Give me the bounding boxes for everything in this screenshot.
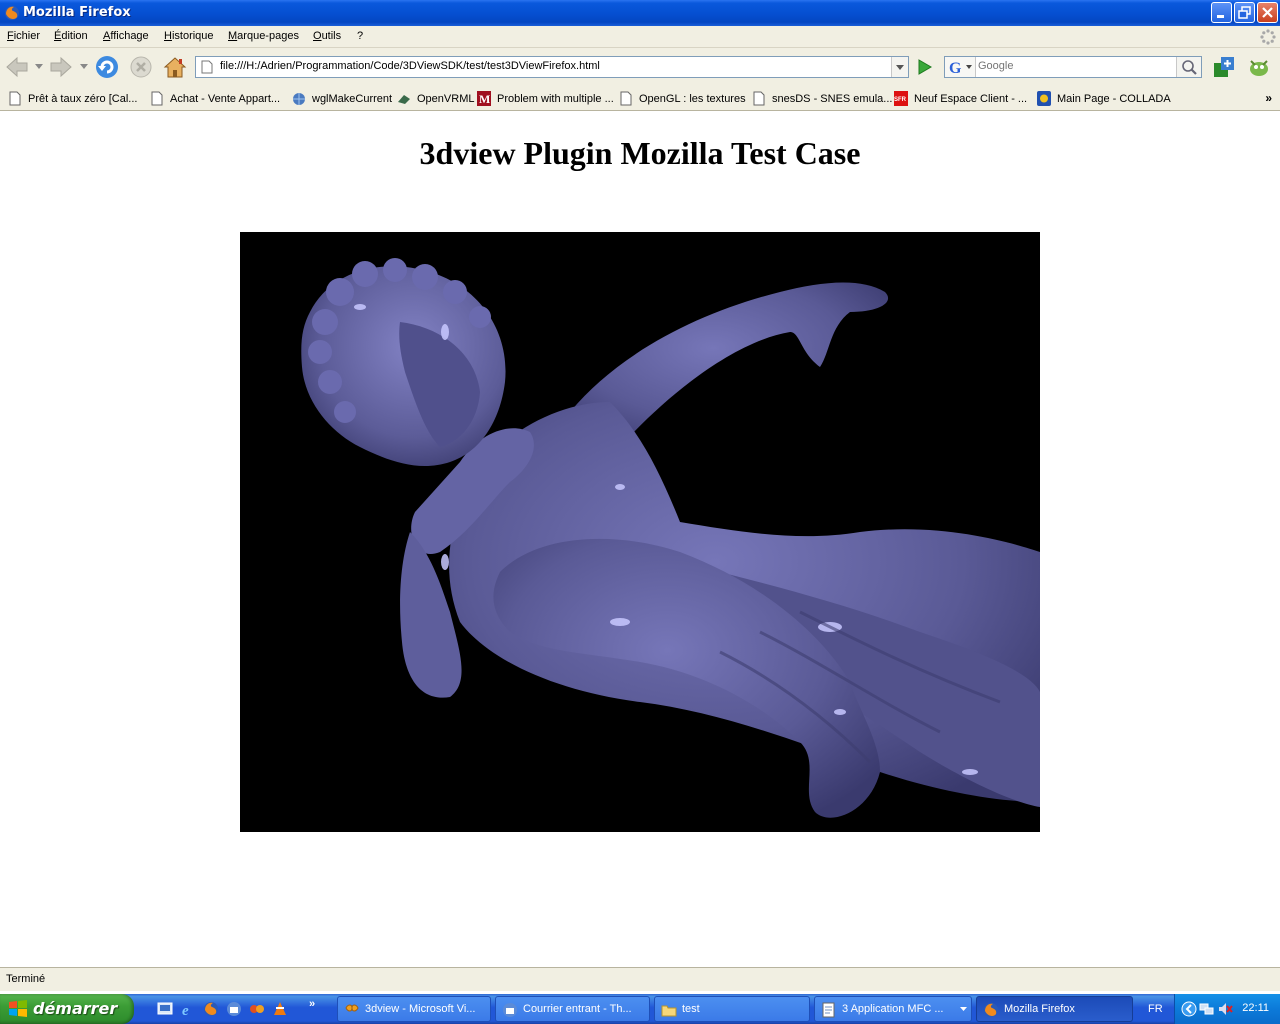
page-icon	[753, 91, 765, 106]
group-dropdown-icon	[960, 1007, 967, 1011]
language-indicator[interactable]: FR	[1148, 1003, 1163, 1015]
minimize-button[interactable]	[1211, 2, 1232, 23]
menu-bar: Fichier Édition Affichage Historique Mar…	[0, 26, 1280, 48]
quicklaunch-more-icon[interactable]: »	[309, 998, 315, 1010]
svg-text:e: e	[182, 1003, 189, 1017]
thunderbird-icon	[503, 1003, 517, 1017]
forward-button[interactable]	[48, 54, 74, 80]
page-icon	[151, 91, 163, 106]
quicklaunch-vlc-icon[interactable]	[272, 1001, 288, 1017]
back-dropdown-icon[interactable]	[35, 64, 43, 70]
back-button[interactable]	[4, 54, 30, 80]
bookmark-item[interactable]: Achat - Vente Appart...	[150, 91, 288, 107]
menu-view[interactable]: Affichage	[103, 30, 149, 42]
chevron-down-icon	[896, 65, 904, 70]
restore-icon	[1238, 6, 1251, 19]
notepad-icon	[822, 1002, 835, 1018]
bookmark-item[interactable]: OpenGL : les textures	[619, 91, 749, 107]
tray-expand-icon[interactable]	[1181, 1001, 1197, 1017]
bookmark-item[interactable]: SFR Neuf Espace Client - ...	[894, 91, 1032, 107]
windows-taskbar: démarrer e » 3dview - Microsoft Vi... Co…	[0, 994, 1280, 1024]
taskbar-button[interactable]: 3dview - Microsoft Vi...	[337, 996, 491, 1022]
menu-tools[interactable]: Outils	[313, 30, 341, 42]
chevron-right-icon[interactable]: »	[1265, 91, 1272, 105]
taskbar-button[interactable]: Mozilla Firefox	[976, 996, 1133, 1022]
svg-text:SFR: SFR	[894, 97, 907, 103]
close-button[interactable]	[1257, 2, 1278, 23]
taskbar-button[interactable]: test	[654, 996, 810, 1022]
search-input[interactable]	[978, 60, 1173, 72]
firefox-icon	[5, 6, 19, 20]
visual-studio-icon	[345, 1004, 359, 1012]
bookmark-item[interactable]: Main Page - COLLADA	[1037, 91, 1171, 107]
reload-button[interactable]	[94, 54, 120, 80]
clock[interactable]: 22:11	[1242, 1002, 1269, 1014]
taskbar-button[interactable]: Courrier entrant - Th...	[495, 996, 650, 1022]
taskbar-button[interactable]: 3 Application MFC ...	[814, 996, 972, 1022]
status-bar: Terminé	[0, 967, 1280, 991]
network-icon[interactable]	[1199, 1001, 1215, 1017]
globe-icon	[293, 93, 305, 105]
folder-icon	[661, 1005, 677, 1017]
search-engine-selector[interactable]: G	[945, 57, 976, 77]
menu-file[interactable]: Fichier	[7, 30, 40, 42]
page-content: 3dview Plugin Mozilla Test Case	[0, 111, 1280, 967]
close-icon	[1262, 7, 1273, 18]
title-bar[interactable]: Mozilla Firefox	[0, 0, 1280, 26]
menu-edit[interactable]: Édition	[54, 30, 88, 42]
page-icon	[620, 91, 632, 106]
quicklaunch-desktop-icon[interactable]	[157, 1001, 173, 1017]
start-button[interactable]: démarrer	[0, 994, 134, 1024]
status-text: Terminé	[6, 973, 46, 985]
quicklaunch-media-icon[interactable]	[249, 1001, 265, 1017]
svg-text:G: G	[949, 60, 962, 77]
forward-dropdown-icon[interactable]	[80, 64, 88, 70]
start-label: démarrer	[33, 999, 118, 1018]
stop-button[interactable]	[128, 54, 154, 80]
minimize-icon	[1217, 15, 1224, 18]
quicklaunch-thunderbird-icon[interactable]	[226, 1001, 242, 1017]
menu-history[interactable]: Historique	[164, 30, 214, 42]
search-bar[interactable]: G	[944, 56, 1202, 78]
home-button[interactable]	[162, 54, 188, 80]
go-button[interactable]	[913, 56, 935, 78]
window-title: Mozilla Firefox	[23, 5, 131, 20]
bookmark-item[interactable]: snesDS - SNES emula...	[752, 91, 892, 107]
m-icon: M	[477, 91, 491, 106]
menu-help[interactable]: ?	[357, 30, 363, 42]
bookmark-item[interactable]: M Problem with multiple ...	[477, 91, 615, 107]
windows-logo-icon	[9, 1000, 27, 1017]
throbber-icon	[1260, 29, 1276, 45]
bookmarks-toolbar: Prêt à taux zéro [Cal... Achat - Vente A…	[0, 87, 1280, 111]
addon-plus-icon[interactable]	[1211, 54, 1237, 80]
3dview-plugin-viewport[interactable]	[240, 232, 1040, 832]
bookmark-item[interactable]: Prêt à taux zéro [Cal...	[8, 91, 144, 107]
system-tray: 22:11	[1174, 994, 1280, 1024]
page-title: 3dview Plugin Mozilla Test Case	[419, 135, 861, 171]
firefox-icon	[984, 1003, 998, 1017]
url-text[interactable]: file:///H:/Adrien/Programmation/Code/3DV…	[220, 60, 600, 72]
search-button[interactable]	[1176, 57, 1201, 77]
address-bar[interactable]: file:///H:/Adrien/Programmation/Code/3DV…	[195, 56, 909, 78]
greasemonkey-icon[interactable]	[1246, 54, 1272, 80]
file-page-icon	[201, 60, 213, 74]
collada-icon	[1037, 91, 1051, 106]
statue-render-image	[301, 258, 1040, 818]
bookmark-item[interactable]: wglMakeCurrent	[292, 91, 392, 107]
quicklaunch-ie-icon[interactable]: e	[180, 1001, 196, 1017]
svg-text:M: M	[479, 92, 490, 106]
google-icon: G	[949, 60, 972, 77]
bookmark-item[interactable]: OpenVRML	[397, 91, 474, 107]
restore-button[interactable]	[1234, 2, 1255, 23]
url-history-dropdown[interactable]	[891, 57, 908, 77]
openvrml-icon	[398, 95, 410, 104]
volume-muted-icon[interactable]	[1217, 1001, 1233, 1017]
magnifier-icon	[1182, 60, 1197, 75]
sfr-icon: SFR	[894, 91, 908, 106]
menu-bookmarks[interactable]: Marque-pages	[228, 30, 299, 42]
quicklaunch-firefox-icon[interactable]	[203, 1001, 219, 1017]
page-icon	[9, 91, 21, 106]
